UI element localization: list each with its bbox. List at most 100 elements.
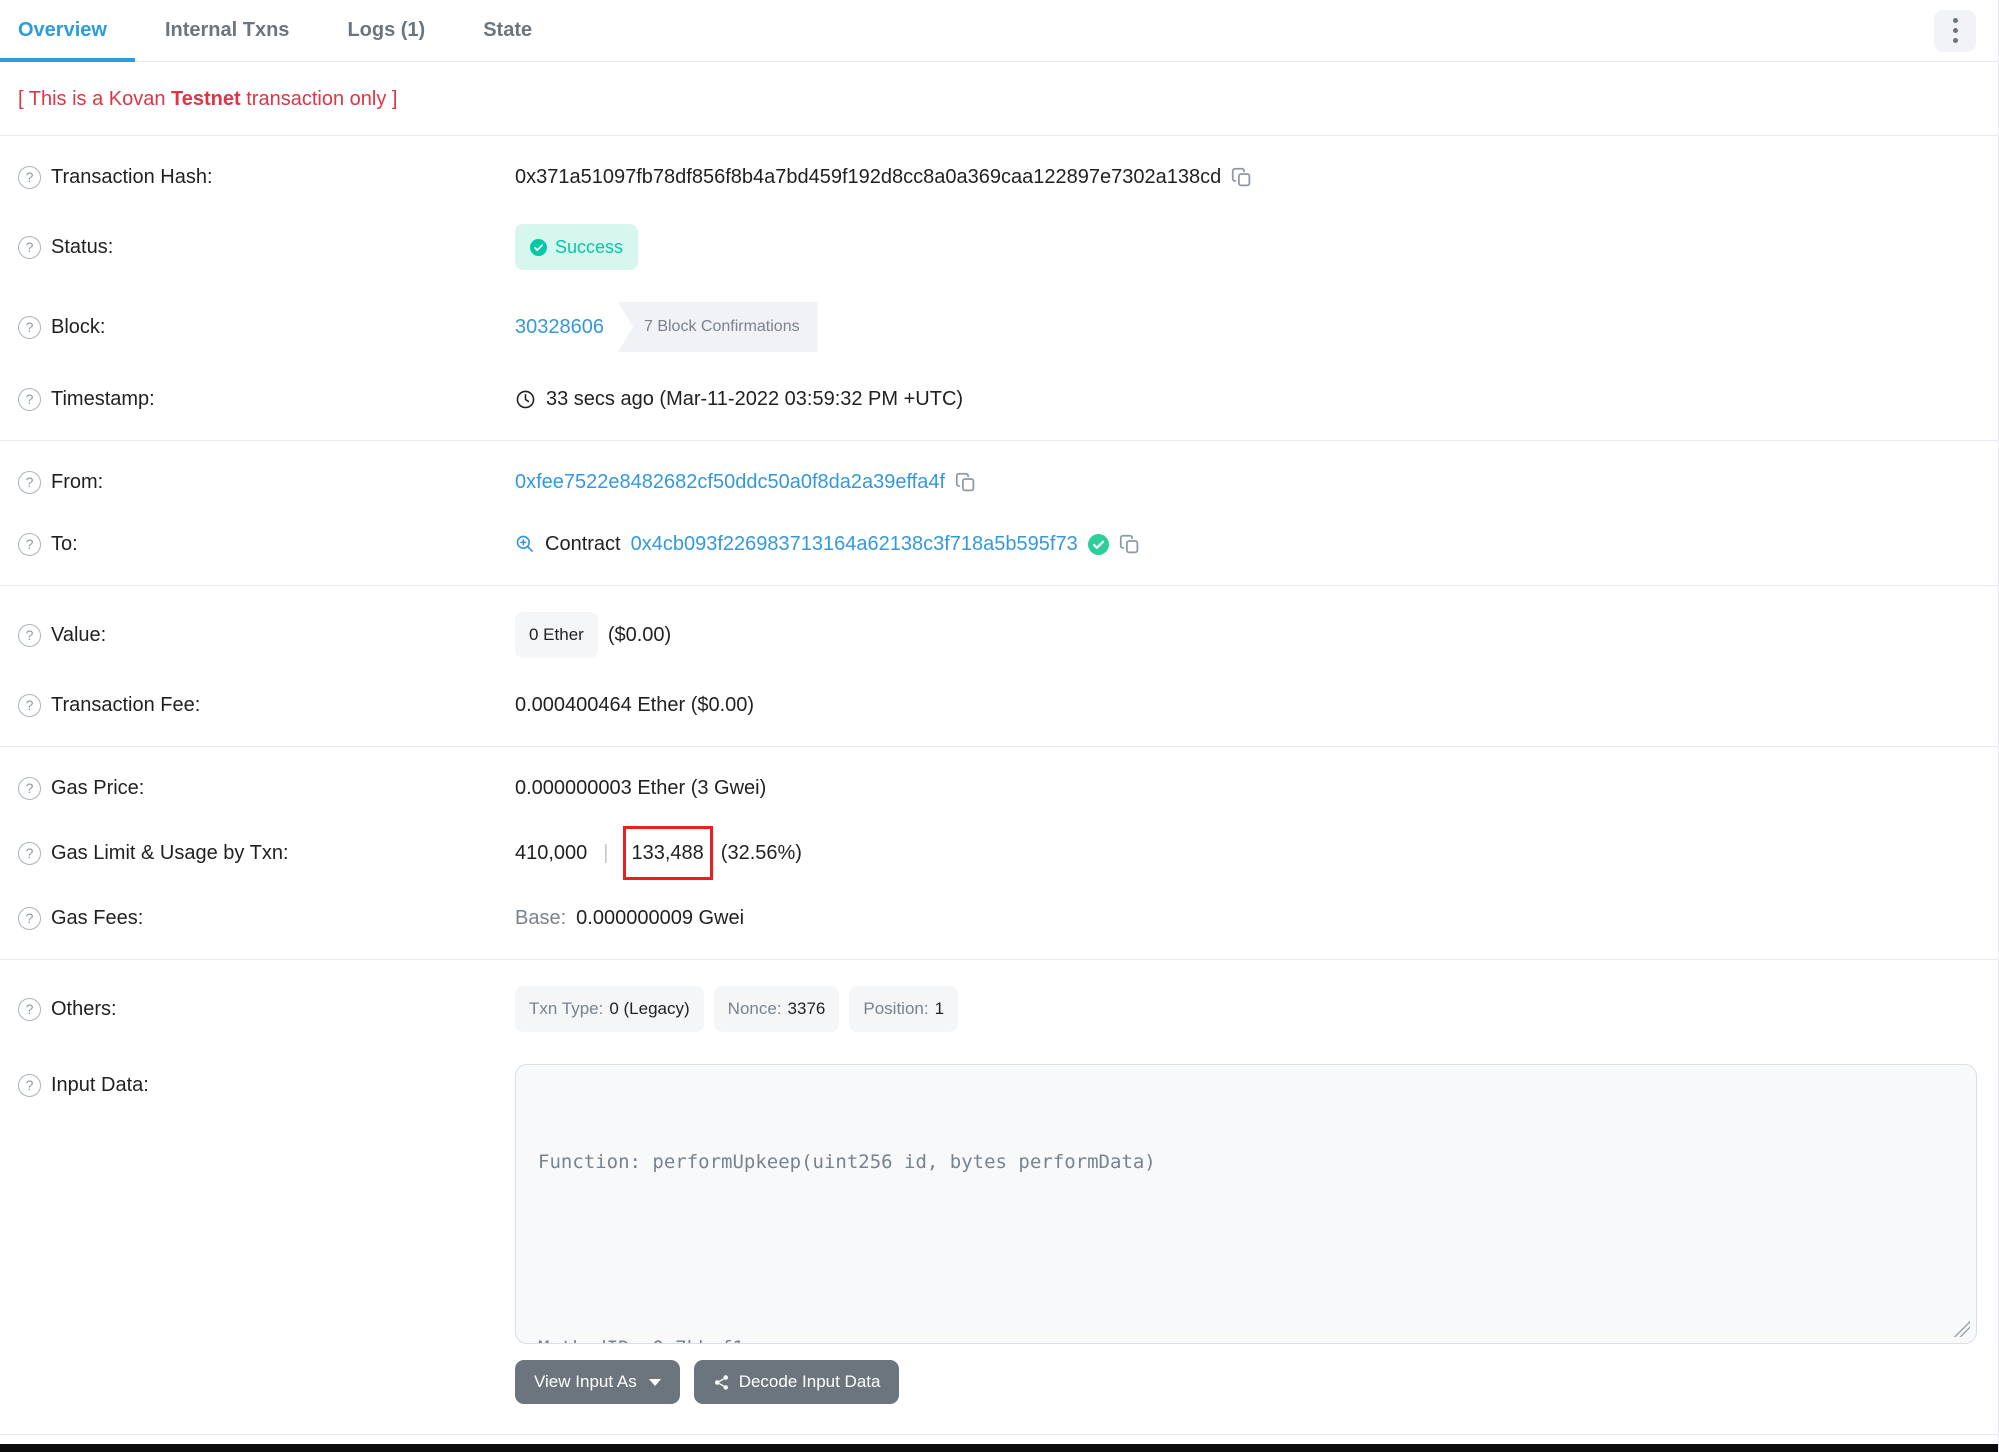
input-data-line: Function: performUpkeep(uint256 id, byte… (538, 1151, 1156, 1173)
gas-price-label: Gas Price: (51, 777, 145, 799)
notice-text-suffix: transaction only ] (240, 88, 398, 110)
nonce-value: 3376 (787, 999, 826, 1018)
value-row: ? Value: 0 Ether ($0.00) (0, 596, 1998, 674)
decode-icon (714, 1374, 728, 1390)
gas-limit-value: 410,000 (515, 842, 588, 864)
section-hash-status-block-time: ? Transaction Hash: 0x371a51097fb78df856… (0, 136, 1998, 440)
to-row: ? To: Contract 0x4cb093f226983713164a621… (0, 513, 1998, 575)
status-value: Success (555, 237, 624, 257)
position-label: Position: (863, 999, 929, 1018)
tab-state[interactable]: State (483, 0, 532, 61)
ether-value-badge: 0 Ether (515, 612, 598, 658)
gas-fees-base-value: 0.000000009 Gwei (576, 907, 745, 929)
help-icon[interactable]: ? (18, 906, 41, 930)
timestamp-label: Timestamp: (51, 388, 155, 410)
timestamp-row: ? Timestamp: 33 secs ago (Mar-11-2022 03… (0, 368, 1998, 430)
tab-internal-txns[interactable]: Internal Txns (165, 0, 289, 61)
gas-price-row: ? Gas Price: 0.000000003 Ether (3 Gwei) (0, 757, 1998, 819)
block-number-link[interactable]: 30328606 (515, 312, 604, 342)
gas-used-percent: (32.56%) (720, 842, 802, 864)
transaction-hash-row: ? Transaction Hash: 0x371a51097fb78df856… (0, 146, 1998, 208)
window-bottom-edge (0, 1444, 1998, 1452)
timestamp-value: 33 secs ago (Mar-11-2022 03:59:32 PM +UT… (546, 388, 964, 410)
copy-icon[interactable] (1231, 167, 1252, 188)
gas-used-annotation-box: 133,488 (622, 826, 713, 880)
position-value: 1 (934, 999, 945, 1018)
gas-price-value: 0.000000003 Ether (3 Gwei) (515, 777, 767, 799)
notice-bold: Testnet (171, 88, 241, 110)
transaction-overview-page: Overview Internal Txns Logs (1) State [ … (0, 0, 1999, 1452)
tab-overview[interactable]: Overview (0, 0, 135, 62)
help-icon[interactable]: ? (18, 693, 41, 717)
help-icon[interactable]: ? (18, 387, 41, 411)
txn-type-label: Txn Type: (529, 999, 604, 1018)
input-data-label: Input Data: (51, 1074, 149, 1096)
transaction-hash-label: Transaction Hash: (51, 166, 213, 188)
transaction-fee-label: Transaction Fee: (51, 694, 201, 716)
gas-fees-row: ? Gas Fees: Base: 0.000000009 Gwei (0, 887, 1998, 949)
transaction-hash-value: 0x371a51097fb78df856f8b4a7bd459f192d8cc8… (515, 166, 1222, 188)
gas-limit-usage-label: Gas Limit & Usage by Txn: (51, 842, 289, 864)
kebab-icon (1952, 18, 1958, 23)
help-icon[interactable]: ? (18, 1073, 41, 1097)
chevron-down-icon (648, 1378, 661, 1386)
status-label: Status: (51, 236, 114, 258)
value-usd: ($0.00) (607, 624, 672, 646)
from-row: ? From: 0xfee7522e8482682cf50ddc50a0f8da… (0, 451, 1998, 513)
others-label: Others: (51, 998, 117, 1020)
view-input-as-button[interactable]: View Input As (515, 1360, 680, 1404)
to-label: To: (51, 533, 78, 555)
block-confirmations-badge: 7 Block Confirmations (617, 302, 818, 352)
from-address-link[interactable]: 0xfee7522e8482682cf50ddc50a0f8da2a39effa… (515, 467, 945, 497)
tab-bar: Overview Internal Txns Logs (1) State (0, 0, 1998, 62)
help-icon[interactable]: ? (18, 776, 41, 800)
input-data-row: ? Input Data: Function: performUpkeep(ui… (0, 1048, 1998, 1424)
more-options-button[interactable] (1934, 9, 1976, 52)
zoom-in-icon[interactable] (515, 534, 535, 554)
section-from-to: ? From: 0xfee7522e8482682cf50ddc50a0f8da… (0, 441, 1998, 585)
from-label: From: (51, 471, 104, 493)
input-data-box[interactable]: Function: performUpkeep(uint256 id, byte… (515, 1064, 1977, 1344)
section-others-input: ? Others: Txn Type: 0 (Legacy) Nonce: 33… (0, 960, 1998, 1434)
help-icon[interactable]: ? (18, 235, 41, 259)
tab-list: Overview Internal Txns Logs (1) State (0, 0, 532, 62)
input-data-line: MethodID: 0x7bbaf1ea (538, 1333, 1976, 1343)
txn-type-badge: Txn Type: 0 (Legacy) (515, 986, 704, 1032)
help-icon[interactable]: ? (18, 165, 41, 189)
clock-icon (516, 390, 535, 408)
testnet-notice: [ This is a Kovan Testnet transaction on… (0, 62, 1998, 135)
tab-logs[interactable]: Logs (1) (347, 0, 425, 61)
gas-limit-usage-row: ? Gas Limit & Usage by Txn: 410,000 | 13… (0, 819, 1998, 887)
help-icon[interactable]: ? (18, 470, 41, 494)
help-icon[interactable]: ? (18, 623, 41, 647)
section-gas: ? Gas Price: 0.000000003 Ether (3 Gwei) … (0, 747, 1998, 959)
others-row: ? Others: Txn Type: 0 (Legacy) Nonce: 33… (0, 970, 1998, 1048)
gas-fees-label: Gas Fees: (51, 907, 144, 929)
gas-used-value: 133,488 (631, 842, 704, 864)
decode-input-data-button[interactable]: Decode Input Data (693, 1360, 900, 1404)
gas-separator: | (603, 842, 609, 864)
verified-check-icon (1087, 533, 1109, 555)
transaction-fee-row: ? Transaction Fee: 0.000400464 Ether ($0… (0, 674, 1998, 736)
position-badge: Position: 1 (849, 986, 959, 1032)
transaction-fee-value: 0.000400464 Ether ($0.00) (515, 694, 755, 716)
txn-type-value: 0 (Legacy) (609, 999, 690, 1018)
block-label: Block: (51, 316, 106, 338)
help-icon[interactable]: ? (18, 841, 41, 865)
section-value-fee: ? Value: 0 Ether ($0.00) ? Transaction F… (0, 586, 1998, 746)
to-address-link[interactable]: 0x4cb093f226983713164a62138c3f718a5b595f… (631, 529, 1078, 559)
notice-text: [ This is a Kovan (18, 88, 172, 110)
copy-icon[interactable] (1119, 534, 1140, 555)
to-contract-prefix: Contract (545, 533, 621, 555)
copy-icon[interactable] (955, 472, 976, 493)
value-label: Value: (51, 624, 107, 646)
help-icon[interactable]: ? (18, 315, 41, 339)
nonce-label: Nonce: (727, 999, 782, 1018)
help-icon[interactable]: ? (18, 997, 41, 1021)
help-icon[interactable]: ? (18, 532, 41, 556)
block-row: ? Block: 30328606 7 Block Confirmations (0, 286, 1998, 368)
resize-handle[interactable] (1954, 1321, 1970, 1337)
check-circle-icon (530, 238, 547, 256)
nonce-badge: Nonce: 3376 (713, 986, 840, 1032)
status-row: ? Status: Success (0, 208, 1998, 286)
